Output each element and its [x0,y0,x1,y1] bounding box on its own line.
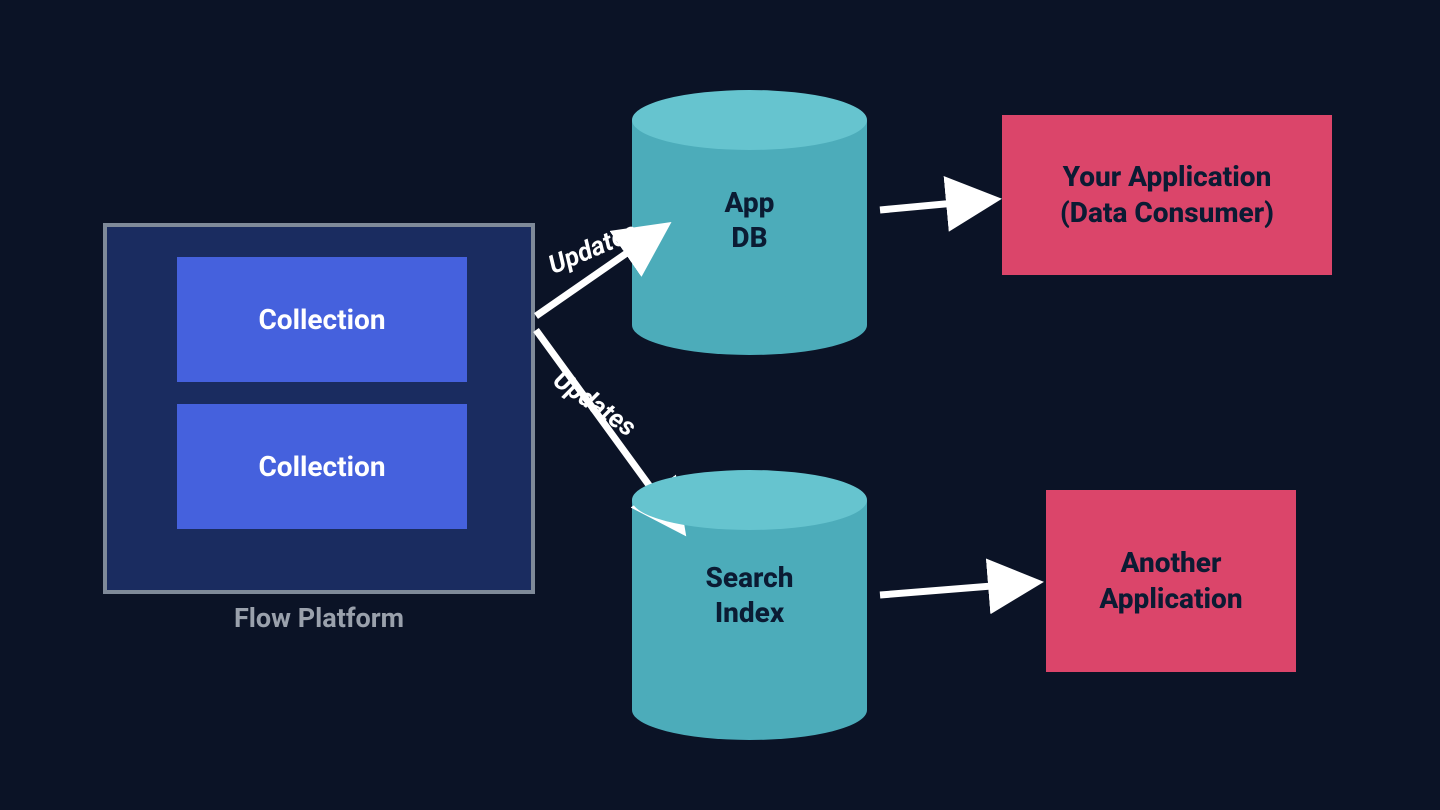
collection-label-2: Collection [258,450,385,483]
cylinder-body: Search Index [632,500,867,710]
flow-platform-container: Collection Collection [103,223,535,594]
box-another-application: Another Application [1046,490,1296,672]
cyl-app-db-line1: App [725,186,775,219]
cyl-search-line2: Index [715,596,784,629]
cylinder-top [632,470,867,530]
arrow-searchindex-to-anotherapp [880,583,1030,595]
your-app-line2: (Data Consumer) [1060,196,1274,229]
box-your-application: Your Application (Data Consumer) [1002,115,1332,275]
cylinder-app-db: App DB [632,120,867,325]
cylinder-top [632,90,867,150]
cyl-app-db-line2: DB [731,221,767,254]
flow-platform-inner: Collection Collection [107,227,531,590]
cylinder-bottom [632,295,867,355]
edge-label-updates-2: Updates [547,365,641,443]
cylinder-bottom [632,680,867,740]
cylinder-body: App DB [632,120,867,325]
cylinder-search-index: Search Index [632,500,867,710]
edge-label-updates-1: Updates [544,217,642,281]
another-app-line1: Another [1121,546,1222,579]
collection-label-1: Collection [258,303,385,336]
cylinder-label-app-db: App DB [632,185,867,255]
cylinder-label-search-index: Search Index [632,560,867,630]
your-app-line1: Your Application [1063,160,1272,193]
flow-platform-label: Flow Platform [103,602,535,634]
another-app-line2: Application [1099,582,1242,615]
collection-box-2: Collection [177,404,467,529]
collection-box-1: Collection [177,257,467,382]
arrow-appdb-to-yourapp [880,200,988,210]
cyl-search-line1: Search [706,561,794,594]
